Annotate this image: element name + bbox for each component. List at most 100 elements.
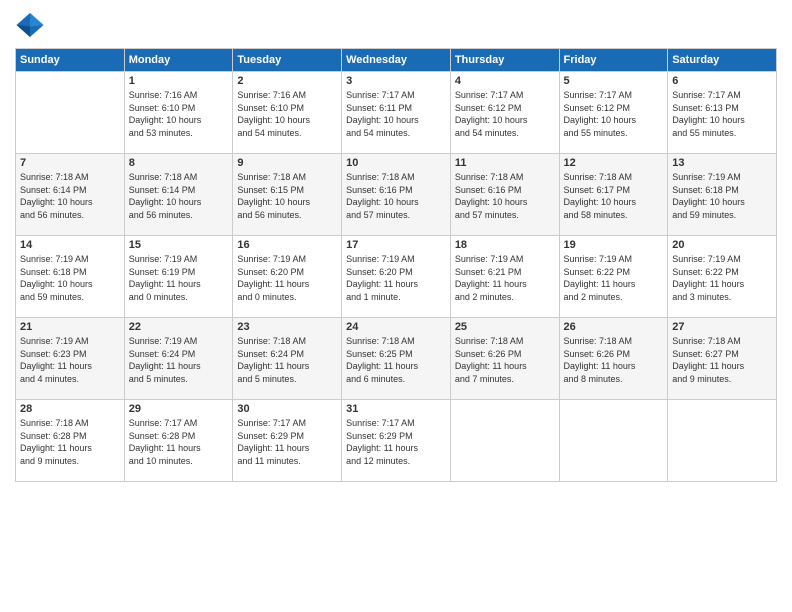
day-cell: 6 Sunrise: 7:17 AM Sunset: 6:13 PM Daylig… [668,72,777,154]
day-number: 15 [129,239,229,251]
day-cell [450,400,559,482]
day-info: Sunrise: 7:18 AM Sunset: 6:28 PM Dayligh… [20,417,120,467]
weekday-header-sunday: Sunday [16,49,125,72]
day-info: Sunrise: 7:18 AM Sunset: 6:25 PM Dayligh… [346,335,446,385]
day-info: Sunrise: 7:19 AM Sunset: 6:23 PM Dayligh… [20,335,120,385]
day-cell [668,400,777,482]
day-info: Sunrise: 7:18 AM Sunset: 6:14 PM Dayligh… [129,171,229,221]
day-number: 8 [129,157,229,169]
day-info: Sunrise: 7:19 AM Sunset: 6:18 PM Dayligh… [20,253,120,303]
day-number: 22 [129,321,229,333]
calendar-container: SundayMondayTuesdayWednesdayThursdayFrid… [0,0,792,612]
day-info: Sunrise: 7:19 AM Sunset: 6:20 PM Dayligh… [237,253,337,303]
day-info: Sunrise: 7:18 AM Sunset: 6:15 PM Dayligh… [237,171,337,221]
day-info: Sunrise: 7:16 AM Sunset: 6:10 PM Dayligh… [129,89,229,139]
day-number: 19 [564,239,664,251]
day-number: 11 [455,157,555,169]
day-number: 24 [346,321,446,333]
day-info: Sunrise: 7:17 AM Sunset: 6:11 PM Dayligh… [346,89,446,139]
day-info: Sunrise: 7:17 AM Sunset: 6:28 PM Dayligh… [129,417,229,467]
day-cell: 23Sunrise: 7:18 AM Sunset: 6:24 PM Dayli… [233,318,342,400]
week-row-2: 7 Sunrise: 7:18 AM Sunset: 6:14 PM Daylig… [16,154,777,236]
day-info: Sunrise: 7:17 AM Sunset: 6:12 PM Dayligh… [455,89,555,139]
weekday-header-wednesday: Wednesday [342,49,451,72]
day-cell: 1 Sunrise: 7:16 AM Sunset: 6:10 PM Daylig… [124,72,233,154]
day-info: Sunrise: 7:19 AM Sunset: 6:21 PM Dayligh… [455,253,555,303]
day-cell: 3Sunrise: 7:17 AM Sunset: 6:11 PM Daylig… [342,72,451,154]
day-cell: 5Sunrise: 7:17 AM Sunset: 6:12 PM Daylig… [559,72,668,154]
day-number: 14 [20,239,120,251]
week-row-4: 21 Sunrise: 7:19 AM Sunset: 6:23 PM Dayli… [16,318,777,400]
day-info: Sunrise: 7:19 AM Sunset: 6:24 PM Dayligh… [129,335,229,385]
week-row-3: 14 Sunrise: 7:19 AM Sunset: 6:18 PM Dayli… [16,236,777,318]
day-number: 27 [672,321,772,333]
day-cell: 26 Sunrise: 7:18 AM Sunset: 6:26 PM Dayli… [559,318,668,400]
day-number: 13 [672,157,772,169]
day-number: 1 [129,75,229,87]
logo [15,10,49,40]
day-cell: 17 Sunrise: 7:19 AM Sunset: 6:20 PM Dayli… [342,236,451,318]
day-number: 7 [20,157,120,169]
day-cell: 29 Sunrise: 7:17 AM Sunset: 6:28 PM Dayli… [124,400,233,482]
day-info: Sunrise: 7:19 AM Sunset: 6:22 PM Dayligh… [672,253,772,303]
day-cell: 14 Sunrise: 7:19 AM Sunset: 6:18 PM Dayli… [16,236,125,318]
day-cell: 2 Sunrise: 7:16 AM Sunset: 6:10 PM Daylig… [233,72,342,154]
day-cell: 10Sunrise: 7:18 AM Sunset: 6:16 PM Dayli… [342,154,451,236]
day-cell: 28 Sunrise: 7:18 AM Sunset: 6:28 PM Dayli… [16,400,125,482]
day-info: Sunrise: 7:19 AM Sunset: 6:20 PM Dayligh… [346,253,446,303]
day-cell [559,400,668,482]
week-row-5: 28 Sunrise: 7:18 AM Sunset: 6:28 PM Dayli… [16,400,777,482]
day-number: 17 [346,239,446,251]
weekday-header-monday: Monday [124,49,233,72]
logo-icon [15,10,45,40]
day-cell: 20 Sunrise: 7:19 AM Sunset: 6:22 PM Dayli… [668,236,777,318]
header [15,10,777,40]
day-number: 28 [20,403,120,415]
day-cell: 11 Sunrise: 7:18 AM Sunset: 6:16 PM Dayli… [450,154,559,236]
day-cell: 18Sunrise: 7:19 AM Sunset: 6:21 PM Dayli… [450,236,559,318]
day-info: Sunrise: 7:19 AM Sunset: 6:22 PM Dayligh… [564,253,664,303]
day-cell: 8 Sunrise: 7:18 AM Sunset: 6:14 PM Daylig… [124,154,233,236]
day-cell: 25 Sunrise: 7:18 AM Sunset: 6:26 PM Dayli… [450,318,559,400]
day-info: Sunrise: 7:16 AM Sunset: 6:10 PM Dayligh… [237,89,337,139]
day-number: 25 [455,321,555,333]
day-cell: 30Sunrise: 7:17 AM Sunset: 6:29 PM Dayli… [233,400,342,482]
day-info: Sunrise: 7:18 AM Sunset: 6:26 PM Dayligh… [564,335,664,385]
day-cell: 31Sunrise: 7:17 AM Sunset: 6:29 PM Dayli… [342,400,451,482]
day-cell: 22 Sunrise: 7:19 AM Sunset: 6:24 PM Dayli… [124,318,233,400]
day-cell: 7Sunrise: 7:18 AM Sunset: 6:14 PM Daylig… [16,154,125,236]
day-info: Sunrise: 7:17 AM Sunset: 6:29 PM Dayligh… [237,417,337,467]
day-info: Sunrise: 7:18 AM Sunset: 6:16 PM Dayligh… [455,171,555,221]
day-info: Sunrise: 7:19 AM Sunset: 6:19 PM Dayligh… [129,253,229,303]
day-number: 21 [20,321,120,333]
day-info: Sunrise: 7:18 AM Sunset: 6:24 PM Dayligh… [237,335,337,385]
day-info: Sunrise: 7:18 AM Sunset: 6:16 PM Dayligh… [346,171,446,221]
day-number: 6 [672,75,772,87]
weekday-header-saturday: Saturday [668,49,777,72]
day-number: 2 [237,75,337,87]
weekday-header-tuesday: Tuesday [233,49,342,72]
day-cell: 12 Sunrise: 7:18 AM Sunset: 6:17 PM Dayli… [559,154,668,236]
day-info: Sunrise: 7:18 AM Sunset: 6:17 PM Dayligh… [564,171,664,221]
day-cell: 27Sunrise: 7:18 AM Sunset: 6:27 PM Dayli… [668,318,777,400]
day-number: 16 [237,239,337,251]
day-cell: 13Sunrise: 7:19 AM Sunset: 6:18 PM Dayli… [668,154,777,236]
day-number: 12 [564,157,664,169]
day-info: Sunrise: 7:17 AM Sunset: 6:29 PM Dayligh… [346,417,446,467]
day-info: Sunrise: 7:17 AM Sunset: 6:12 PM Dayligh… [564,89,664,139]
day-number: 29 [129,403,229,415]
day-number: 26 [564,321,664,333]
day-info: Sunrise: 7:18 AM Sunset: 6:26 PM Dayligh… [455,335,555,385]
day-number: 20 [672,239,772,251]
day-cell: 24 Sunrise: 7:18 AM Sunset: 6:25 PM Dayli… [342,318,451,400]
weekday-header-friday: Friday [559,49,668,72]
day-info: Sunrise: 7:17 AM Sunset: 6:13 PM Dayligh… [672,89,772,139]
week-row-1: 1 Sunrise: 7:16 AM Sunset: 6:10 PM Daylig… [16,72,777,154]
weekday-header-row: SundayMondayTuesdayWednesdayThursdayFrid… [16,49,777,72]
day-cell [16,72,125,154]
day-cell: 19 Sunrise: 7:19 AM Sunset: 6:22 PM Dayli… [559,236,668,318]
day-cell: 9 Sunrise: 7:18 AM Sunset: 6:15 PM Daylig… [233,154,342,236]
weekday-header-thursday: Thursday [450,49,559,72]
day-number: 9 [237,157,337,169]
calendar-table: SundayMondayTuesdayWednesdayThursdayFrid… [15,48,777,482]
